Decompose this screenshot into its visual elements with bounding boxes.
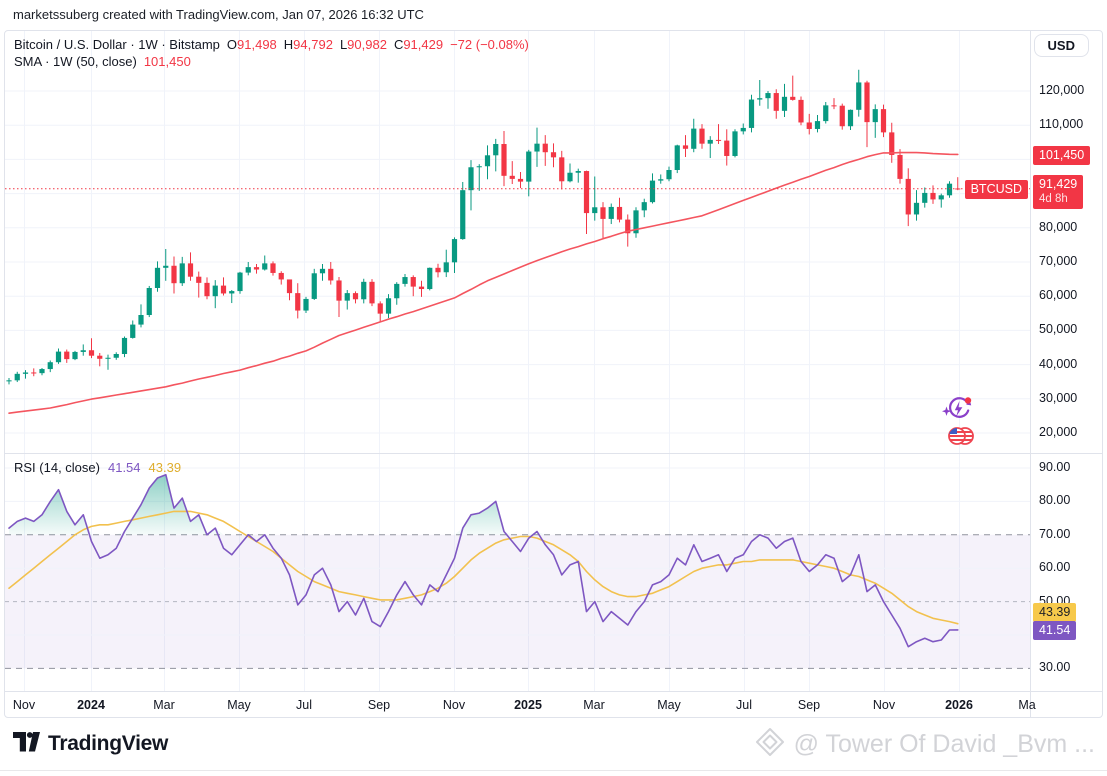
price-axis-label: 40,000 — [1039, 357, 1077, 371]
page: marketssuberg created with TradingView.c… — [0, 0, 1107, 776]
ohlc-row: Bitcoin / U.S. Dollar · 1W · BitstampO91… — [14, 36, 529, 53]
price-axis-label: 110,000 — [1039, 117, 1083, 131]
symbol-title[interactable]: Bitcoin / U.S. Dollar · 1W · Bitstamp — [14, 37, 220, 52]
high-value: 94,792 — [293, 37, 333, 52]
logo-text: TradingView — [48, 732, 168, 756]
price-axis-label: 50,000 — [1039, 322, 1077, 336]
price-axis-label: 70,000 — [1039, 254, 1077, 268]
tradingview-logo-icon — [13, 732, 40, 757]
price-axis-label: 120,000 — [1039, 83, 1084, 97]
rsi-ma-value: 43.39 — [149, 460, 182, 475]
economic-events-icon[interactable] — [941, 394, 975, 424]
rsi-value-tag: 41.54 — [1033, 621, 1076, 640]
time-axis[interactable]: Nov 2024 Mar May Jul Sep Nov 2025 Mar May Jul Sep No… — [5, 692, 1103, 718]
rsi-axis-label: 80.00 — [1039, 493, 1070, 507]
chart-legend: Bitcoin / U.S. Dollar · 1W · BitstampO91… — [14, 36, 529, 70]
price-axis[interactable]: 120,000 110,000 80,000 70,000 60,000 50,000 40… — [1031, 31, 1103, 691]
diamond-logo-icon — [754, 726, 786, 763]
open-label: O — [227, 37, 237, 52]
rsi-ma-tag: 43.39 — [1033, 603, 1076, 622]
symbol-price-flag: BTCUSD — [965, 180, 1028, 199]
bottom-divider — [0, 770, 1107, 771]
close-value: 91,429 — [403, 37, 443, 52]
open-value: 91,498 — [237, 37, 277, 52]
change-value: −72 (−0.08%) — [450, 37, 529, 52]
watermark: @ Tower Of David _Bvm ... — [754, 726, 1095, 763]
current-price-tag: 91,429 4d 8h — [1033, 175, 1083, 209]
time-axis-label: Ma — [1018, 698, 1035, 712]
time-axis-label: Mar — [583, 698, 605, 712]
time-axis-label: Nov — [13, 698, 35, 712]
rsi-value: 41.54 — [108, 460, 141, 475]
watermark-text: @ Tower Of David _Bvm ... — [794, 730, 1095, 759]
time-axis-label: 2026 — [945, 698, 973, 712]
price-axis-label: 80,000 — [1039, 220, 1077, 234]
time-axis-label: Jul — [296, 698, 312, 712]
time-axis-label: Nov — [443, 698, 465, 712]
time-axis-label: 2025 — [514, 698, 542, 712]
time-axis-label: May — [657, 698, 681, 712]
time-axis-label: Nov — [873, 698, 895, 712]
chart-widget: Bitcoin / U.S. Dollar · 1W · BitstampO91… — [4, 30, 1103, 718]
time-axis-label: Jul — [736, 698, 752, 712]
high-label: H — [284, 37, 293, 52]
tradingview-logo[interactable]: TradingView — [13, 732, 168, 757]
price-axis-label: 60,000 — [1039, 288, 1077, 302]
bar-countdown: 4d 8h — [1039, 192, 1077, 207]
rsi-axis-label: 70.00 — [1039, 527, 1070, 541]
rsi-axis-label: 30.00 — [1039, 660, 1070, 674]
time-axis-label: Sep — [798, 698, 820, 712]
close-label: C — [394, 37, 403, 52]
rsi-axis-label: 60.00 — [1039, 560, 1070, 574]
time-axis-label: Sep — [368, 698, 390, 712]
rsi-title[interactable]: RSI (14, close) — [14, 460, 100, 475]
price-chart-canvas[interactable] — [5, 31, 1030, 691]
us-flag-icon[interactable] — [945, 421, 979, 451]
price-axis-label: 20,000 — [1039, 425, 1077, 439]
currency-toggle-button[interactable]: USD — [1034, 34, 1089, 57]
attribution-text: marketssuberg created with TradingView.c… — [13, 7, 424, 22]
rsi-legend: RSI (14, close) 41.54 43.39 — [14, 460, 181, 475]
time-axis-label: Mar — [153, 698, 175, 712]
sma-value: 101,450 — [144, 54, 191, 69]
price-axis-label: 30,000 — [1039, 391, 1077, 405]
footer: TradingView @ Tower Of David _Bvm ... — [0, 718, 1107, 770]
pane-divider[interactable] — [5, 453, 1103, 454]
sma-row: SMA · 1W (50, close) 101,450 — [14, 53, 529, 70]
time-axis-label: 2024 — [77, 698, 105, 712]
sma-price-tag: 101,450 — [1033, 146, 1090, 165]
rsi-axis-label: 90.00 — [1039, 460, 1070, 474]
current-price-value: 91,429 — [1039, 177, 1077, 192]
low-value: 90,982 — [347, 37, 387, 52]
sma-label[interactable]: SMA · 1W (50, close) — [14, 54, 137, 69]
time-axis-label: May — [227, 698, 251, 712]
